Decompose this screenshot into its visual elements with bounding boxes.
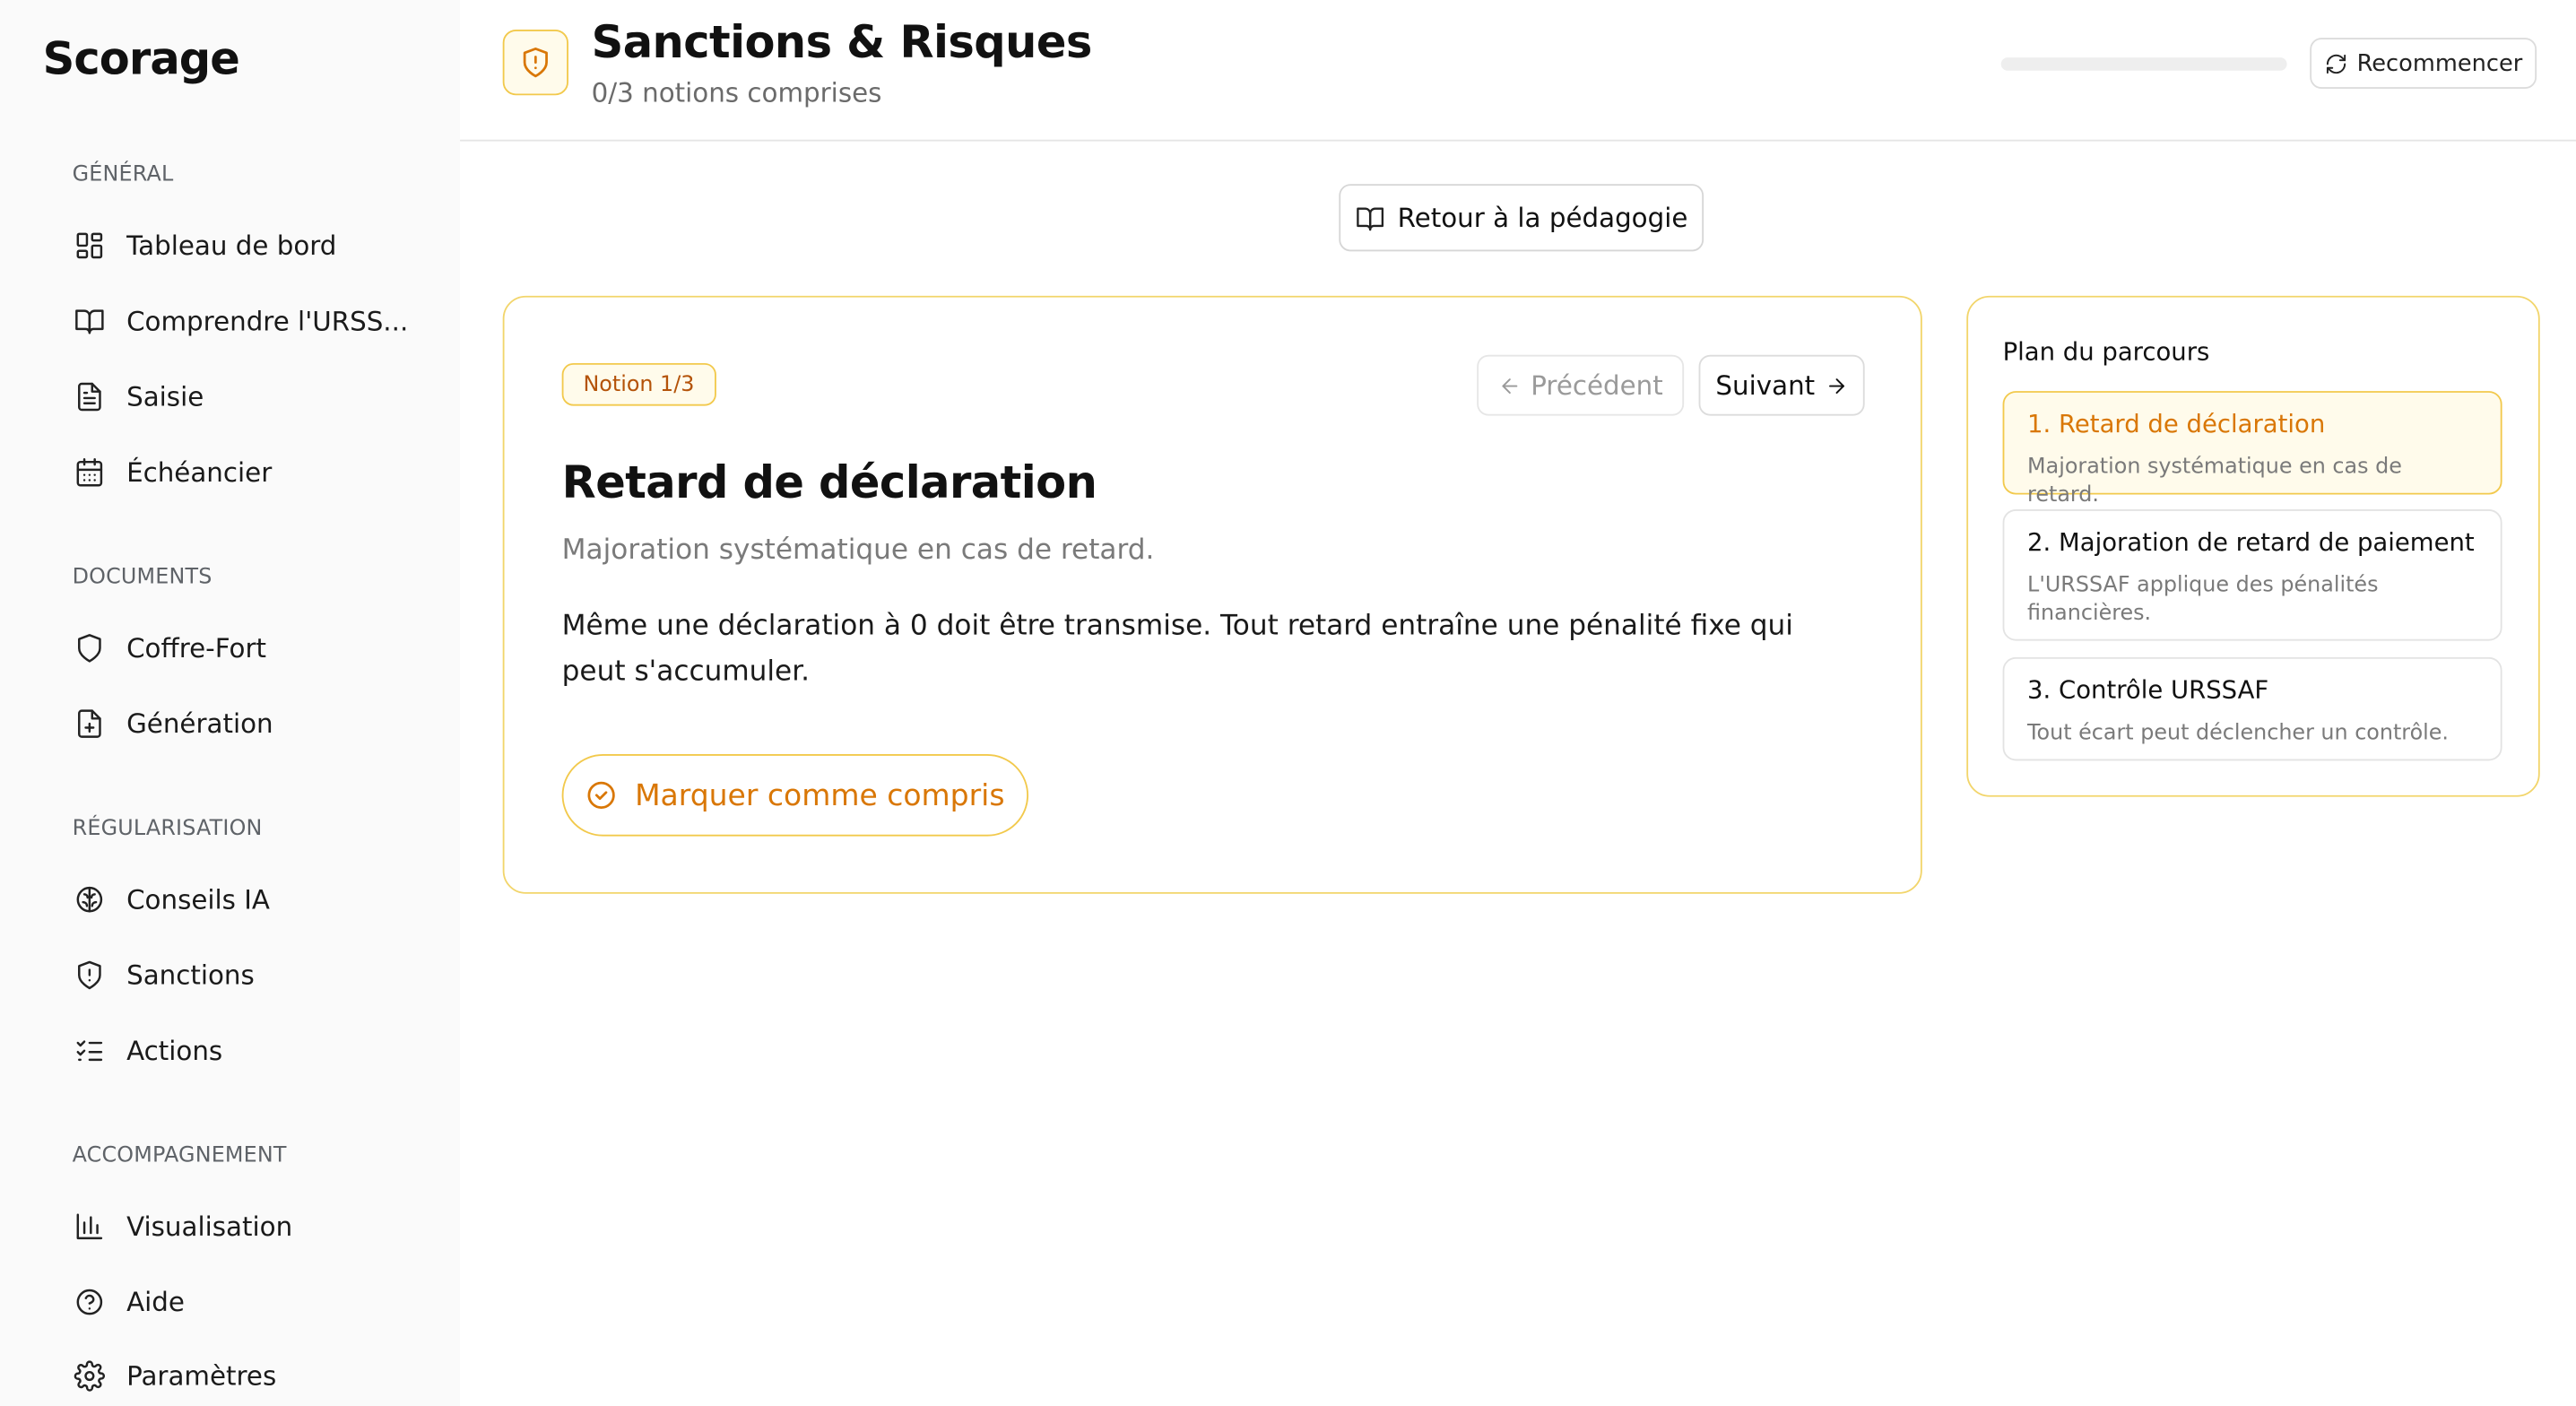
sidebar-item-coffre-fort[interactable]: Coffre-Fort xyxy=(49,616,427,679)
sidebar-item-label: Saisie xyxy=(126,380,204,412)
shield-alert-icon xyxy=(73,958,106,991)
plan-item-desc: L'URSSAF applique des pénalités financiè… xyxy=(2027,573,2379,627)
section-label-general: GÉNÉRAL xyxy=(72,162,174,187)
sidebar-item-label: Actions xyxy=(126,1034,223,1066)
sidebar-item-aide[interactable]: Aide xyxy=(49,1270,427,1332)
restart-button[interactable]: Recommencer xyxy=(2310,38,2537,89)
shield-alert-icon xyxy=(502,29,568,96)
plan-title: Plan du parcours xyxy=(2002,336,2210,367)
mark-understood-label: Marquer comme compris xyxy=(635,777,1005,813)
sidebar-item-generation[interactable]: Génération xyxy=(49,691,427,754)
sidebar-item-comprendre[interactable]: Comprendre l'URSS... xyxy=(49,289,427,352)
sidebar-item-label: Échéancier xyxy=(126,456,273,488)
sidebar-item-echeancier[interactable]: Échéancier xyxy=(49,440,427,503)
notion-title: Retard de déclaration xyxy=(561,458,1097,510)
list-checks-icon xyxy=(73,1034,106,1067)
mark-understood-button[interactable]: Marquer comme compris xyxy=(561,754,1029,837)
sidebar-item-label: Tableau de bord xyxy=(126,229,337,261)
plan-item[interactable]: 2. Majoration de retard de paiement L'UR… xyxy=(2002,509,2502,641)
plan-item-title: 1. Retard de déclaration xyxy=(2027,409,2326,439)
restart-button-label: Recommencer xyxy=(2356,49,2523,77)
notion-subtitle: Majoration systématique en cas de retard… xyxy=(561,534,1155,568)
sidebar-item-sanctions[interactable]: Sanctions xyxy=(49,943,427,1006)
next-button-label: Suivant xyxy=(1715,369,1816,402)
previous-button[interactable]: Précédent xyxy=(1477,354,1685,416)
sidebar-item-actions[interactable]: Actions xyxy=(49,1019,427,1081)
progress-text: 0/3 notions comprises xyxy=(591,77,882,108)
plan-item[interactable]: 3. Contrôle URSSAF Tout écart peut décle… xyxy=(2002,656,2502,761)
sidebar: Scorage GÉNÉRAL Tableau de bord Comprend… xyxy=(0,0,461,1406)
course-plan: Plan du parcours 1. Retard de déclaratio… xyxy=(1966,295,2540,797)
file-plus-icon xyxy=(73,707,106,740)
sidebar-item-dashboard[interactable]: Tableau de bord xyxy=(49,213,427,276)
document-icon xyxy=(73,379,106,412)
plan-item-title: 3. Contrôle URSSAF xyxy=(2027,675,2269,706)
brand-logo[interactable]: Scorage xyxy=(43,34,240,85)
notion-card: Notion 1/3 Précédent Suivant Retard de d… xyxy=(502,295,1922,894)
back-to-pedagogy-button[interactable]: Retour à la pédagogie xyxy=(1339,184,1704,252)
check-circle-icon xyxy=(588,781,616,809)
gear-icon xyxy=(73,1358,106,1392)
sidebar-item-label: Sanctions xyxy=(126,959,255,990)
refresh-icon xyxy=(2326,53,2346,74)
book-icon xyxy=(1356,206,1383,230)
arrow-right-icon xyxy=(1828,378,1844,394)
sidebar-item-saisie[interactable]: Saisie xyxy=(49,365,427,428)
section-label-regularisation: RÉGULARISATION xyxy=(72,816,263,842)
back-button-label: Retour à la pédagogie xyxy=(1397,202,1688,234)
sidebar-item-label: Coffre-Fort xyxy=(126,631,267,664)
page-header: Sanctions & Risques 0/3 notions comprise… xyxy=(460,0,2576,142)
sidebar-item-label: Paramètres xyxy=(126,1359,277,1392)
sidebar-item-conseils-ia[interactable]: Conseils IA xyxy=(49,867,427,930)
page-title: Sanctions & Risques xyxy=(591,18,1093,69)
next-button[interactable]: Suivant xyxy=(1698,354,1865,416)
sidebar-item-label: Visualisation xyxy=(126,1210,293,1242)
bar-chart-icon xyxy=(73,1210,106,1243)
sidebar-item-parametres[interactable]: Paramètres xyxy=(49,1344,427,1406)
sidebar-item-label: Comprendre l'URSS... xyxy=(126,304,409,336)
sidebar-item-visualisation[interactable]: Visualisation xyxy=(49,1194,427,1257)
sidebar-item-label: Conseils IA xyxy=(126,882,270,915)
sidebar-item-label: Génération xyxy=(126,707,273,739)
help-circle-icon xyxy=(73,1285,106,1318)
previous-button-label: Précédent xyxy=(1531,369,1663,402)
notion-badge: Notion 1/3 xyxy=(561,362,716,406)
book-icon xyxy=(73,304,106,337)
brain-icon xyxy=(73,882,106,916)
dashboard-icon xyxy=(73,229,106,262)
plan-item-desc: Majoration systématique en cas de retard… xyxy=(2027,455,2402,508)
plan-item[interactable]: 1. Retard de déclaration Majoration syst… xyxy=(2002,391,2502,508)
calendar-icon xyxy=(73,456,106,489)
progress-bar xyxy=(2000,57,2287,71)
plan-item-desc: Tout écart peut déclencher un contrôle. xyxy=(2027,721,2450,746)
arrow-left-icon xyxy=(1501,378,1517,394)
notion-body: Même une déclaration à 0 doit être trans… xyxy=(561,609,1793,689)
plan-item-title: 2. Majoration de retard de paiement xyxy=(2027,527,2475,558)
sidebar-item-label: Aide xyxy=(126,1285,185,1317)
section-label-documents: DOCUMENTS xyxy=(72,565,212,590)
shield-icon xyxy=(73,631,106,664)
section-label-accompagnement: ACCOMPAGNEMENT xyxy=(72,1143,287,1168)
